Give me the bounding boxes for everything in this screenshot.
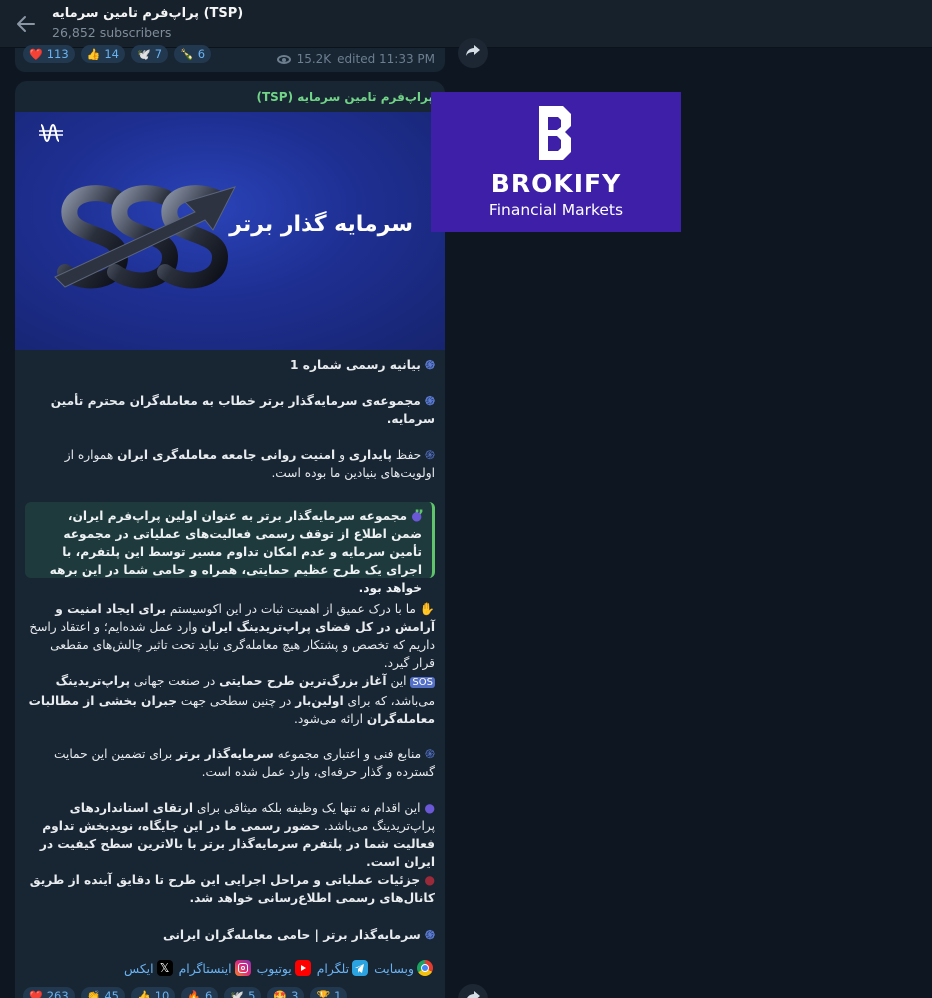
reaction-bar: ❤️ 113 👍 14 🕊️ 7 🍾 6: [23, 45, 212, 63]
purple-circle-icon: ●: [411, 509, 422, 523]
youtube-icon: [294, 960, 311, 976]
chrome-icon: [417, 960, 433, 976]
brokify-ad-banner[interactable]: BROKIFY Financial Markets: [431, 92, 681, 232]
post-reaction-bar: ❤️ 263 👏 45 👍 10 🔥 6 🕊️ 5 🤩 3 🏆 1: [23, 987, 348, 998]
edited-time: edited 11:33 PM: [337, 52, 435, 66]
post-banner-image[interactable]: سرمایه گذار برتر: [15, 112, 445, 350]
paragraph-resources: ֍ منابع فنی و اعتباری مجموعه سرمایه‌گذار…: [53, 747, 435, 779]
heart-icon: ❤️: [29, 47, 43, 61]
fire-icon: 🔥: [187, 989, 202, 998]
view-count: 15.2K: [296, 52, 332, 66]
hand-icon: ✋: [419, 602, 435, 616]
reaction-dove[interactable]: 🕊️ 7: [131, 45, 169, 63]
bullet-icon: ֍: [425, 928, 435, 942]
channel-post: پراپ‌فرم تامین سرمایه (TSP): [15, 81, 445, 998]
sos-icon: SOS: [410, 677, 435, 688]
instagram-icon: [234, 960, 251, 976]
website-link[interactable]: وبسایت: [374, 960, 433, 976]
brand-logo-icon: [39, 123, 63, 143]
signature-line: ֍ سرمایه‌گذار برتر | حامی معامله‌گران ای…: [163, 928, 435, 942]
ad-brand-name: BROKIFY: [490, 169, 622, 198]
brokify-logo-icon: [539, 106, 571, 160]
reaction-heart[interactable]: ❤️ 113: [23, 45, 75, 63]
post-author[interactable]: پراپ‌فرم تامین سرمایه (TSP): [15, 90, 433, 104]
bullet-icon: ֍: [425, 448, 435, 462]
reaction-thumbs-up[interactable]: 👍 14: [80, 45, 125, 63]
purple-circle-icon: ●: [424, 801, 435, 815]
champagne-icon: 🍾: [180, 47, 194, 61]
thumbs-up-icon: 👍: [86, 47, 101, 61]
x-link[interactable]: 𝕏 ایکس: [124, 960, 173, 976]
previous-message-footer: ❤️ 113 👍 14 🕊️ 7 🍾 6 15.2K edited 11:33 PM: [15, 45, 445, 72]
telegram-link[interactable]: تلگرام: [317, 960, 369, 976]
dove-icon: 🕊️: [137, 47, 151, 61]
share-button[interactable]: [458, 38, 488, 68]
star-struck-icon: 🤩: [273, 989, 288, 998]
share-button-2[interactable]: [458, 984, 488, 998]
reaction-champagne[interactable]: 🍾 6: [174, 45, 212, 63]
paragraph-support-plan: SOS این آغاز بزرگ‌ترین طرح حمایتی در صنع…: [28, 674, 435, 726]
telegram-icon: [352, 960, 369, 976]
heart-icon: ❤️: [29, 989, 43, 998]
banner-heading: سرمایه گذار برتر: [229, 212, 413, 237]
thumbs-up-icon: 👍: [137, 989, 151, 998]
trophy-icon: 🏆: [316, 989, 331, 998]
paragraph-standards: ● این اقدام نه تنها یک وظیفه بلکه میثاقی…: [39, 801, 435, 869]
blockquote: ” ● مجموعه سرمایه‌گذار برتر به عنوان اول…: [25, 502, 435, 595]
bullet-icon: ֍: [425, 358, 435, 372]
message-meta: 15.2K edited 11:33 PM: [276, 52, 435, 66]
reaction-heart[interactable]: ❤️ 263: [23, 987, 75, 998]
back-arrow-icon[interactable]: [14, 12, 38, 36]
reaction-dove[interactable]: 🕊️ 5: [224, 987, 262, 998]
views-eye-icon: [276, 54, 291, 64]
youtube-link[interactable]: یوتیوب: [257, 960, 311, 976]
instagram-link[interactable]: اینستاگرام: [179, 960, 251, 976]
channel-title[interactable]: پراپ‌فرم تامین سرمایه (TSP): [52, 6, 243, 21]
bullet-icon: ֍: [425, 394, 435, 408]
reaction-trophy[interactable]: 🏆 1: [310, 987, 348, 998]
paragraph-ecosystem: ✋ ما با درک عمیق از اهمیت ثبات در این اک…: [29, 602, 435, 670]
bullet-icon: ֍: [425, 747, 435, 761]
reaction-clap[interactable]: 👏 45: [80, 987, 125, 998]
statement-title: ֍ بیانیه رسمی شماره 1: [290, 358, 435, 372]
dollar-sculpture-graphic: [54, 154, 236, 332]
dove-icon: 🕊️: [230, 989, 245, 998]
paragraph-greeting: ֍ مجموعه‌ی سرمایه‌گذار برتر خطاب به معام…: [50, 394, 435, 426]
subscriber-count: 26,852 subscribers: [52, 25, 172, 40]
social-links: وبسایت تلگرام یوتیوب اینستاگرام 𝕏 ایکس: [124, 960, 433, 976]
forward-arrow-icon: [466, 45, 480, 61]
red-circle-icon: ●: [424, 873, 435, 887]
x-icon: 𝕏: [156, 960, 173, 976]
reaction-fire[interactable]: 🔥 6: [181, 987, 219, 998]
paragraph-details: ● جزئیات عملیاتی و مراحل اجرایی این طرح …: [29, 873, 435, 905]
reaction-thumbs-up[interactable]: 👍 10: [131, 987, 176, 998]
ad-tagline: Financial Markets: [488, 201, 624, 219]
reaction-star-struck[interactable]: 🤩 3: [267, 987, 305, 998]
forward-arrow-icon: [466, 991, 480, 998]
paragraph-stability: ֍ حفظ پایداری و امنیت روانی جامعه معامله…: [64, 448, 435, 480]
quote-text: ● مجموعه سرمایه‌گذار برتر به عنوان اولین…: [49, 509, 422, 595]
clap-icon: 👏: [86, 989, 101, 998]
